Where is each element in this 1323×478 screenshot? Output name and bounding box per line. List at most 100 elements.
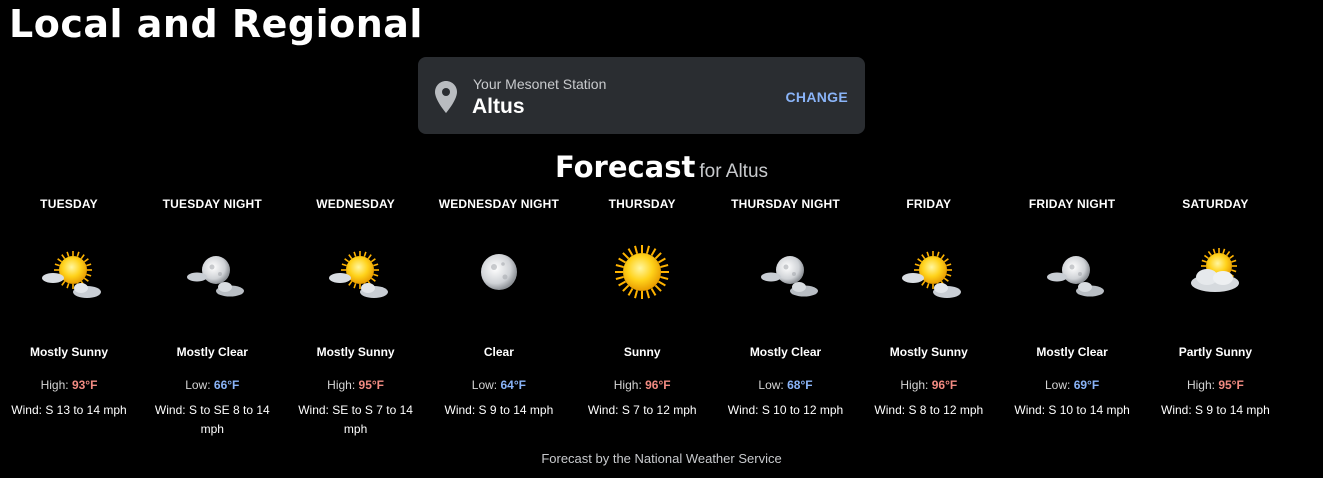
wind-label: Wind: (154, 403, 186, 417)
period-temperature: Low: 66°F (140, 378, 284, 392)
page-title: Local and Regional (9, 2, 423, 46)
forecast-period: TUESDAY Mostly Sunny High: 93°F Wind: S … (0, 195, 141, 420)
period-wind: Wind: S to SE 8 to 14 mph (140, 401, 284, 439)
period-condition: Mostly Sunny (316, 345, 395, 359)
temp-value: 95°F (358, 378, 385, 392)
forecast-period: FRIDAY Mostly Sunny High: 96°F Wind: S 8… (857, 195, 1001, 420)
clear-night-icon (480, 254, 517, 290)
mostly-clear-night-icon (187, 256, 245, 297)
forecast-periods: TUESDAY Mostly Sunny High: 93°F Wind: S … (0, 195, 1323, 436)
station-name: Altus (472, 95, 525, 118)
period-wind: Wind: S 13 to 14 mph (0, 401, 141, 420)
period-wind: Wind: S 9 to 14 mph (1143, 401, 1287, 420)
wind-label: Wind: (727, 403, 759, 417)
period-temperature: High: 96°F (570, 378, 714, 392)
period-wind: Wind: S 10 to 14 mph (1000, 401, 1144, 420)
period-name: THURSDAY NIGHT (731, 197, 840, 211)
period-condition: Sunny (623, 345, 661, 359)
mostly-sunny-icon (42, 251, 101, 298)
period-condition: Mostly Clear (176, 345, 248, 359)
period-wind: Wind: SE to S 7 to 14 mph (284, 401, 428, 439)
mostly-clear-night-icon (760, 256, 818, 297)
period-temperature: High: 93°F (0, 378, 141, 392)
temp-value: 93°F (71, 378, 98, 392)
temp-label: Low: (185, 378, 211, 392)
wind-value: S 10 to 14 mph (1048, 403, 1130, 417)
station-card: Your Mesonet Station Altus CHANGE (418, 57, 865, 134)
temp-label: High: (1186, 378, 1215, 392)
wind-value: S 9 to 14 mph (1195, 403, 1270, 417)
period-condition: Mostly Clear (749, 345, 822, 359)
period-condition: Clear (483, 345, 514, 359)
wind-value: S 13 to 14 mph (45, 403, 127, 417)
forecast-location: for Altus (699, 161, 769, 182)
temp-value: 66°F (213, 378, 240, 392)
temp-label: Low: (471, 378, 498, 392)
period-name: SATURDAY (1182, 197, 1249, 211)
period-name: TUESDAY (40, 197, 98, 211)
forecast-period: WEDNESDAY NIGHT Clear Low: 64°F Wind: S … (427, 195, 571, 420)
map-pin-icon (435, 81, 457, 113)
period-name: WEDNESDAY NIGHT (438, 197, 560, 211)
wind-value: S 7 to 12 mph (621, 403, 697, 417)
wind-label: Wind: (11, 403, 42, 417)
forecast-period: THURSDAY NIGHT Mostly Clear Low: 68°F Wi… (714, 195, 858, 420)
period-temperature: Low: 68°F (714, 378, 858, 392)
temp-label: Low: (1045, 378, 1071, 392)
wind-label: Wind: (1014, 403, 1046, 417)
forecast-period: TUESDAY NIGHT Mostly Clear Low: 66°F Win… (140, 195, 284, 439)
period-temperature: High: 95°F (1143, 378, 1287, 392)
temp-value: 95°F (1218, 378, 1244, 392)
forecast-period: SATURDAY Partly Sunny High: 95°F Wind: S… (1143, 195, 1287, 420)
period-name: THURSDAY (608, 197, 676, 211)
wind-value: S 10 to 12 mph (761, 403, 844, 417)
period-name: WEDNESDAY (316, 197, 395, 211)
period-condition: Mostly Sunny (29, 345, 108, 359)
sunny-icon (615, 245, 670, 299)
period-temperature: Low: 69°F (1000, 378, 1144, 392)
wind-value: SE to S 7 to 14 mph (332, 403, 413, 436)
period-wind: Wind: S 9 to 14 mph (427, 401, 571, 420)
period-name: TUESDAY NIGHT (162, 197, 262, 211)
period-name: FRIDAY NIGHT (1028, 197, 1116, 211)
forecast-period: THURSDAY Sunny High: 96°F Wind: S 7 to 1… (570, 195, 714, 420)
forecast-credit: Forecast by the National Weather Service (541, 451, 782, 466)
forecast-heading: Forecast for Altus (0, 150, 1323, 184)
forecast-period: WEDNESDAY Mostly Sunny High: 95°F Wind: … (284, 195, 428, 439)
wind-label: Wind: (444, 403, 476, 417)
forecast-period: FRIDAY NIGHT Mostly Clear Low: 69°F Wind… (1000, 195, 1144, 420)
mostly-clear-night-icon (1047, 256, 1105, 297)
period-name: FRIDAY (906, 197, 952, 211)
period-condition: Partly Sunny (1178, 345, 1253, 359)
temp-label: Low: (758, 378, 784, 392)
period-wind: Wind: S 10 to 12 mph (714, 401, 858, 420)
period-temperature: High: 95°F (284, 378, 428, 392)
temp-label: High: (40, 378, 69, 392)
temp-label: High: (327, 378, 356, 392)
mostly-sunny-icon (901, 251, 961, 298)
temp-value: 96°F (931, 378, 958, 392)
period-temperature: High: 96°F (857, 378, 1001, 392)
forecast-title: Forecast (554, 150, 696, 184)
temp-value: 64°F (500, 378, 526, 392)
wind-value: S 8 to 12 mph (908, 403, 984, 417)
change-station-button[interactable]: CHANGE (786, 89, 848, 105)
partly-sunny-icon (1191, 248, 1240, 292)
station-caption: Your Mesonet Station (473, 76, 607, 92)
period-condition: Mostly Sunny (889, 345, 968, 359)
temp-label: High: (900, 378, 929, 392)
period-wind: Wind: S 7 to 12 mph (570, 401, 714, 420)
temp-value: 96°F (645, 378, 671, 392)
mostly-sunny-icon (328, 251, 388, 298)
period-condition: Mostly Clear (1036, 345, 1108, 359)
period-wind: Wind: S 8 to 12 mph (857, 401, 1001, 420)
wind-label: Wind: (587, 403, 619, 417)
wind-value: S 9 to 14 mph (478, 403, 554, 417)
temp-label: High: (613, 378, 642, 392)
wind-value: S to SE 8 to 14 mph (188, 403, 270, 436)
wind-label: Wind: (874, 403, 906, 417)
period-temperature: Low: 64°F (427, 378, 571, 392)
temp-value: 69°F (1073, 378, 1100, 392)
wind-label: Wind: (1161, 403, 1192, 417)
temp-value: 68°F (787, 378, 813, 392)
